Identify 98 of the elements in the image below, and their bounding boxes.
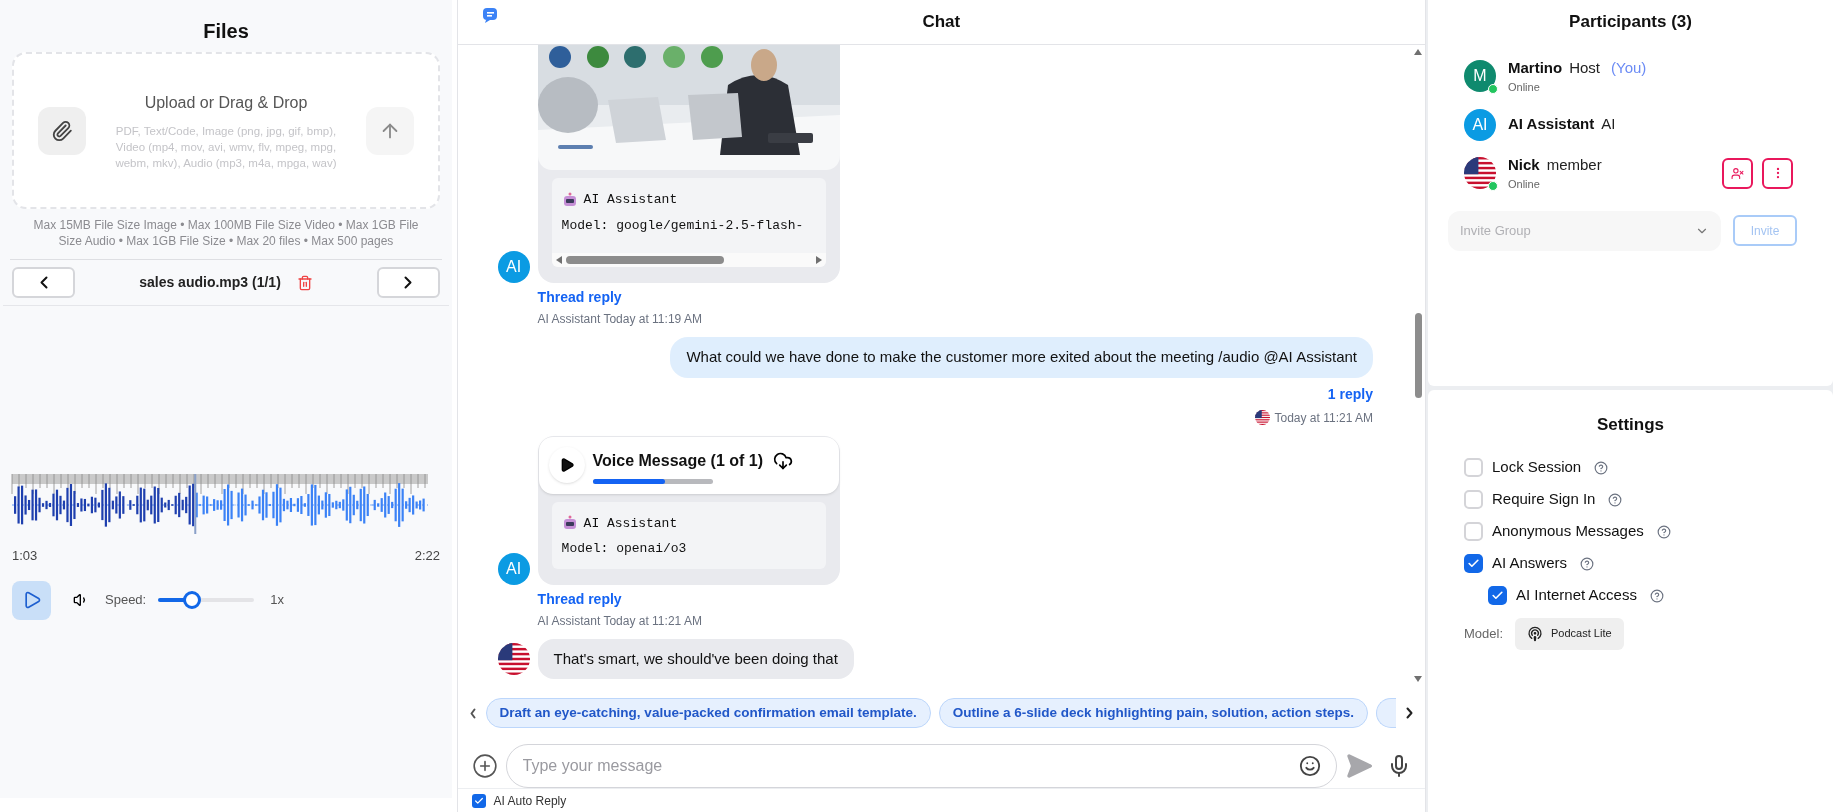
send-icon[interactable] xyxy=(1345,752,1373,780)
message-meta: Today at 11:21 AM xyxy=(1274,409,1373,427)
playhead[interactable] xyxy=(194,474,197,534)
user-avatar: M xyxy=(1464,60,1496,92)
flag-icon xyxy=(1255,410,1271,425)
voice-message-title: Voice Message (1 of 1) xyxy=(592,450,763,471)
model-button[interactable]: Podcast Lite xyxy=(1515,617,1624,650)
participant-status: Online xyxy=(1508,80,1541,95)
message-meta: AI Assistant Today at 11:19 AM xyxy=(537,311,703,328)
robot-icon xyxy=(561,191,578,208)
flag-avatar xyxy=(497,642,530,675)
user-remove-icon xyxy=(1731,166,1744,180)
scroll-left-icon[interactable] xyxy=(555,256,562,264)
add-icon[interactable] xyxy=(471,753,498,779)
panel-title: Participants (3) xyxy=(1568,11,1693,33)
more-button[interactable] xyxy=(1762,157,1793,189)
robot-icon xyxy=(561,515,578,532)
setting-label: Require Sign In xyxy=(1492,489,1596,510)
play-button[interactable] xyxy=(548,446,585,483)
assistant-name: AI Assistant xyxy=(583,191,678,209)
chevron-right-icon[interactable] xyxy=(404,276,413,289)
trash-icon[interactable] xyxy=(296,274,313,291)
horizontal-scrollbar[interactable] xyxy=(551,253,826,267)
setting-label: AI Answers xyxy=(1492,553,1568,574)
model-name: Model: openai/o3 xyxy=(561,540,688,558)
you-tag: (You) xyxy=(1611,56,1647,79)
check-icon xyxy=(1491,589,1504,602)
speed-label: Speed: xyxy=(105,591,147,610)
paperclip-icon xyxy=(51,119,73,142)
chevron-right-icon[interactable] xyxy=(1406,707,1413,719)
help-icon[interactable] xyxy=(1608,492,1623,507)
checkbox[interactable] xyxy=(1488,586,1507,605)
check-icon xyxy=(473,795,484,806)
help-icon[interactable] xyxy=(1656,524,1671,539)
emoji-icon[interactable] xyxy=(1299,755,1321,777)
download-icon[interactable] xyxy=(773,450,793,471)
chevron-left-icon[interactable] xyxy=(469,707,476,719)
assistant-name: AI Assistant xyxy=(583,514,678,533)
checkbox[interactable] xyxy=(1464,458,1483,477)
attach-button[interactable] xyxy=(38,106,86,155)
model-name: Model: google/gemini-2.5-flash- xyxy=(561,216,805,235)
check-icon xyxy=(1467,557,1480,570)
replies-link[interactable]: 1 reply xyxy=(1327,383,1373,405)
remove-user-button[interactable] xyxy=(1722,157,1753,189)
participant-role: AI xyxy=(1601,114,1616,135)
speed-reading: 1x xyxy=(270,591,284,610)
panel-title: Settings xyxy=(1595,414,1666,436)
participant-role: member xyxy=(1546,154,1602,175)
assistant-avatar: AI xyxy=(497,552,530,585)
scrollbar-thumb[interactable] xyxy=(1414,313,1422,398)
help-icon[interactable] xyxy=(1594,460,1609,475)
file-name: sales audio.mp3 (1/1) xyxy=(139,273,281,292)
slider-thumb[interactable] xyxy=(182,591,201,609)
message-bubble: That's smart, we should've been doing that xyxy=(537,638,854,679)
voice-progress-track[interactable] xyxy=(592,478,713,484)
message-meta: AI Assistant Today at 11:21 AM xyxy=(537,612,703,630)
message-bubble: What could we have done to make the customer more exited about the meeting /audio @AI Assistant xyxy=(670,337,1373,378)
checkbox[interactable] xyxy=(1464,490,1483,509)
participant-name: Martino xyxy=(1508,57,1563,78)
podcast-icon xyxy=(1527,625,1544,642)
help-icon[interactable] xyxy=(1580,556,1595,571)
message-input[interactable]: Type your message xyxy=(505,744,1337,788)
participant-role: Host xyxy=(1569,57,1600,78)
elapsed-time: 1:03 xyxy=(12,547,38,565)
participant-name: Nick xyxy=(1508,154,1540,175)
checkbox[interactable] xyxy=(1464,554,1483,573)
model-label: Model: xyxy=(1464,624,1504,643)
help-icon[interactable] xyxy=(1649,588,1664,603)
chevron-left-icon[interactable] xyxy=(39,276,48,289)
suggestion-chip[interactable]: Draft an eye-catching, value-packed confirmation email template. xyxy=(485,697,931,729)
select-placeholder: Invite Group xyxy=(1460,221,1531,240)
flag-avatar xyxy=(1464,157,1496,189)
upload-dropzone[interactable]: Upload or Drag & Drop PDF, Text/Code, Image (png, jpg, gif, bmp), Video (mp4, mov, avi, wmv, flv, mpeg, mpg, webm, mkv), Audio (mp3, m4a, mpga, wav) xyxy=(12,52,440,209)
setting-label: Anonymous Messages xyxy=(1492,521,1644,542)
upload-button[interactable] xyxy=(366,106,414,155)
upload-title: Upload or Drag & Drop xyxy=(144,92,308,113)
scroll-up-icon[interactable] xyxy=(1414,49,1422,55)
upload-limits: Max 15MB File Size Image • Max 100MB File Size Video • Max 1GB File Size Audio • Max 1GB File Size • Max 20 files • Max 500 pages xyxy=(32,217,420,249)
participant-name: AI Assistant xyxy=(1508,114,1595,135)
scroll-right-icon[interactable] xyxy=(815,256,822,264)
auto-reply-label: AI Auto Reply xyxy=(493,792,567,810)
user-avatar: AI xyxy=(1464,108,1496,141)
thread-reply-link[interactable]: Thread reply xyxy=(537,588,1377,610)
chat-logo-icon[interactable] xyxy=(481,6,500,24)
panel-title: Files xyxy=(202,19,250,44)
scroll-down-icon[interactable] xyxy=(1414,676,1422,682)
supported-formats: PDF, Text/Code, Image (png, jpg, gif, bmp), Video (mp4, mov, avi, wmv, flv, mpeg, mpg, webm, mkv), Audio (mp3, m4a, mpga, wav) xyxy=(114,123,338,171)
assistant-avatar: AI xyxy=(497,251,530,283)
chat-title: Chat xyxy=(922,11,961,34)
setting-label: Lock Session xyxy=(1492,457,1582,478)
participant-status: Online xyxy=(1508,177,1541,192)
suggestion-chip[interactable]: Outline a 6-slide deck highlighting pain, solution, action steps. xyxy=(938,697,1368,729)
checkbox[interactable] xyxy=(1464,522,1483,541)
setting-label: AI Internet Access xyxy=(1516,585,1637,606)
thread-reply-link[interactable]: Thread reply xyxy=(537,287,1377,308)
speed-slider[interactable] xyxy=(158,591,255,609)
total-duration: 2:22 xyxy=(414,547,440,565)
auto-reply-checkbox[interactable] xyxy=(471,793,486,808)
